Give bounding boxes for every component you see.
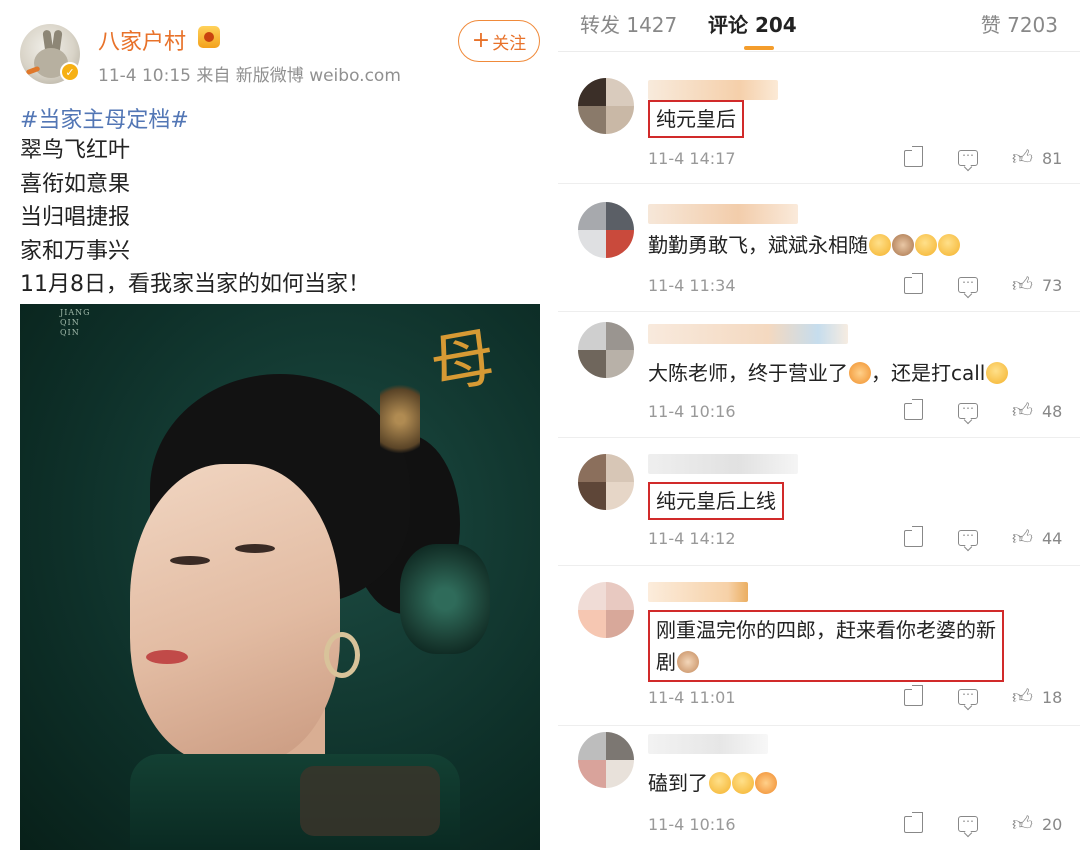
commenter-avatar[interactable] — [578, 322, 634, 378]
commenter-avatar[interactable] — [578, 582, 634, 638]
like-count: 44 — [1042, 529, 1063, 548]
commenter-avatar[interactable] — [578, 732, 634, 788]
post-line: 11月8日，看我家当家的如何当家！ — [20, 272, 370, 297]
comment-icon[interactable] — [958, 145, 978, 166]
like-count: 18 — [1042, 688, 1063, 707]
thumbs-up-icon[interactable]: 👍︎ — [1012, 147, 1034, 167]
active-tab-indicator — [744, 46, 774, 50]
thumbs-up-icon[interactable]: 👍︎ — [1012, 400, 1034, 420]
comment-text: 勤勤勇敢飞，斌斌永相随 — [648, 230, 960, 260]
comment-item: 纯元皇后 11-4 14:17 👍︎ 81 — [558, 60, 1080, 184]
comment-icon[interactable] — [958, 684, 978, 705]
comment-text: 磕到了 — [648, 768, 777, 798]
tab-like[interactable]: 赞 7203 — [981, 9, 1058, 38]
comment-icon[interactable] — [958, 398, 978, 419]
commenter-avatar[interactable] — [578, 78, 634, 134]
engagement-tabs: 转发 1427 评论 204 赞 7203 — [558, 0, 1080, 52]
emoji-icon — [849, 362, 871, 384]
comment-icon[interactable] — [958, 811, 978, 832]
comment-item: 纯元皇后上线 11-4 14:12 👍︎ 44 — [558, 438, 1080, 566]
follow-label: 关注 — [492, 33, 527, 54]
commenter-name-blurred[interactable] — [648, 454, 798, 474]
weibo-post: ✓ 八家户村 11-4 10:15 来自 新版微博 weibo.com + 关注… — [0, 0, 558, 850]
share-icon[interactable] — [904, 403, 923, 420]
post-body: 翠鸟飞红叶 喜衔如意果 当归唱捷报 家和万事兴 11月8日，看我家当家的如何当家… — [20, 134, 370, 302]
commenter-name-blurred[interactable] — [648, 324, 848, 344]
verified-badge-icon: ✓ — [60, 62, 80, 82]
follow-button[interactable]: + 关注 — [458, 20, 540, 62]
commenter-avatar[interactable] — [578, 202, 634, 258]
post-meta: 11-4 10:15 来自 新版微博 weibo.com — [98, 66, 401, 86]
share-icon[interactable] — [904, 277, 923, 294]
comment-time: 11-4 14:17 — [648, 149, 736, 168]
emoji-icon — [755, 772, 777, 794]
thumbs-up-icon[interactable]: 👍︎ — [1012, 527, 1034, 547]
share-icon[interactable] — [904, 816, 923, 833]
poster-credit: JIANG QIN QIN — [60, 308, 91, 337]
comment-text: 纯元皇后 — [648, 100, 744, 138]
comment-time: 11-4 10:16 — [648, 402, 736, 421]
plus-icon: + — [471, 28, 491, 53]
tab-repost[interactable]: 转发 1427 — [580, 9, 677, 38]
commenter-name-blurred[interactable] — [648, 734, 768, 754]
emoji-icon — [869, 234, 891, 256]
share-icon[interactable] — [904, 150, 923, 167]
post-line: 当归唱捷报 — [20, 205, 131, 230]
comment-item: 大陈老师，终于营业了，还是打call 11-4 10:16 👍︎ 48 — [558, 312, 1080, 438]
post-line: 喜衔如意果 — [20, 171, 131, 197]
like-count: 81 — [1042, 149, 1063, 168]
like-count: 48 — [1042, 402, 1063, 421]
comment-time: 11-4 14:12 — [648, 529, 736, 548]
emoji-icon — [915, 234, 937, 256]
commenter-name-blurred[interactable] — [648, 80, 778, 100]
comment-item: 刚重温完你的四郎，赶来看你老婆的新 剧 11-4 11:01 👍︎ 18 — [558, 566, 1080, 726]
poster-calligraphy: 母 — [425, 319, 501, 404]
comments-panel: 转发 1427 评论 204 赞 7203 纯元皇后 11-4 14:17 👍︎… — [558, 0, 1080, 850]
thumbs-up-icon[interactable]: 👍︎ — [1012, 274, 1034, 294]
emoji-icon — [986, 362, 1009, 384]
comment-item: 勤勤勇敢飞，斌斌永相随 11-4 11:34 👍︎ 73 — [558, 184, 1080, 312]
like-count: 73 — [1042, 276, 1063, 295]
emoji-icon — [938, 234, 960, 256]
post-username[interactable]: 八家户村 — [98, 24, 186, 56]
share-icon[interactable] — [904, 530, 923, 547]
comment-text: 刚重温完你的四郎，赶来看你老婆的新 剧 — [648, 610, 1004, 682]
commenter-name-blurred[interactable] — [648, 582, 748, 602]
post-line: 家和万事兴 — [20, 238, 131, 264]
emoji-icon — [709, 772, 731, 794]
comment-icon[interactable] — [958, 272, 978, 293]
tab-comment[interactable]: 评论 204 — [708, 9, 797, 38]
comment-time: 11-4 11:34 — [648, 276, 736, 295]
comment-item: 磕到了 11-4 10:16 👍︎ 20 — [558, 726, 1080, 850]
comment-text: 纯元皇后上线 — [648, 482, 784, 520]
emoji-icon — [732, 772, 754, 794]
comment-time: 11-4 11:01 — [648, 688, 736, 707]
post-image[interactable]: JIANG QIN QIN 母 — [20, 304, 540, 850]
comment-text: 大陈老师，终于营业了 ，还是打call — [648, 358, 1009, 388]
vip-crown-icon — [198, 26, 220, 48]
emoji-icon — [892, 234, 914, 256]
hashtag-link[interactable]: #当家主母定档# — [20, 102, 189, 134]
thumbs-up-icon[interactable]: 👍︎ — [1012, 686, 1034, 706]
emoji-icon — [677, 651, 699, 673]
commenter-avatar[interactable] — [578, 454, 634, 510]
share-icon[interactable] — [904, 689, 923, 706]
commenter-name-blurred[interactable] — [648, 204, 798, 224]
post-line: 翠鸟飞红叶 — [20, 138, 131, 163]
like-count: 20 — [1042, 815, 1063, 834]
thumbs-up-icon[interactable]: 👍︎ — [1012, 813, 1034, 833]
comment-icon[interactable] — [958, 525, 978, 546]
comment-time: 11-4 10:16 — [648, 815, 736, 834]
